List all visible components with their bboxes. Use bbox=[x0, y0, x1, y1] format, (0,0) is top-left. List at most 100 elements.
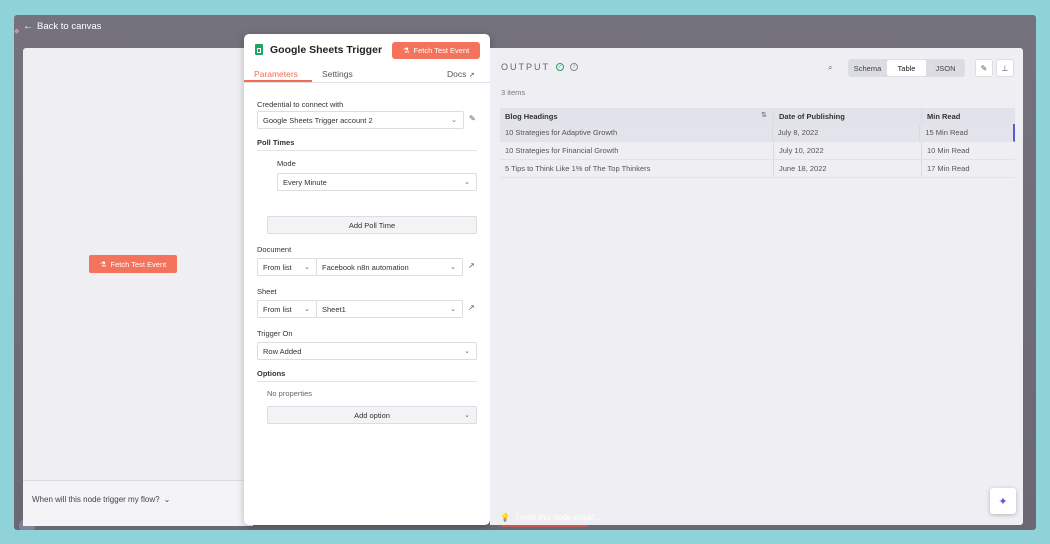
output-panel: OUTPUT ✓ i 3 items ⌕ Schema Table JSON ✎… bbox=[490, 48, 1023, 525]
flask-icon: ⚗ bbox=[99, 259, 107, 269]
chevron-down-icon: ⌄ bbox=[464, 412, 470, 419]
node-title[interactable]: Google Sheets Trigger bbox=[270, 44, 382, 56]
sparkle-icon: ✦ bbox=[998, 495, 1008, 508]
view-json[interactable]: JSON bbox=[926, 59, 965, 77]
document-source-value: From list bbox=[263, 262, 292, 272]
divider bbox=[257, 381, 477, 382]
column-header-date[interactable]: Date of Publishing bbox=[774, 108, 922, 124]
back-to-canvas-label: Back to canvas bbox=[37, 21, 102, 32]
chevron-down-icon: ⌄ bbox=[304, 306, 310, 313]
node-feedback-link[interactable]: 💡 I wish this node would... bbox=[500, 513, 601, 522]
trigger-help-label: When will this node trigger my flow? bbox=[32, 495, 160, 504]
sheet-source-value: From list bbox=[263, 304, 292, 314]
canvas-panel: ⚗ Fetch Test Event When will this node t… bbox=[23, 48, 253, 526]
ai-assistant-button[interactable]: ✦ bbox=[990, 488, 1016, 514]
pin-data-button[interactable]: ⊥ bbox=[996, 59, 1014, 77]
table-cell: July 10, 2022 bbox=[774, 142, 922, 159]
add-poll-time-button[interactable]: Add Poll Time bbox=[267, 216, 477, 234]
table-cell: 5 Tips to Think Like 1% of The Top Think… bbox=[500, 160, 774, 177]
table-cell: 17 Min Read bbox=[927, 164, 970, 173]
external-link-icon[interactable]: ↗ bbox=[468, 261, 475, 270]
table-cell: 10 Min Read bbox=[927, 146, 970, 155]
pencil-icon[interactable]: ✎ bbox=[469, 114, 476, 123]
docs-link[interactable]: Docs ↗ bbox=[447, 69, 475, 79]
sheet-value: Sheet1 bbox=[322, 304, 346, 314]
feedback-accent-bar bbox=[502, 525, 588, 527]
chevron-down-icon: ⌄ bbox=[304, 264, 310, 271]
items-count: 3 items bbox=[501, 88, 526, 97]
credential-label: Credential to connect with bbox=[257, 100, 344, 109]
output-header: OUTPUT ✓ i bbox=[501, 62, 578, 72]
node-parameters-panel: Google Sheets Trigger ⚗ Fetch Test Event… bbox=[244, 34, 490, 525]
trigger-help-toggle[interactable]: When will this node trigger my flow? ⌄ bbox=[32, 495, 170, 504]
active-tab-indicator bbox=[244, 80, 312, 82]
divider bbox=[257, 150, 477, 151]
sheet-source-select[interactable]: From list ⌄ bbox=[257, 300, 317, 318]
modal-overlay: ◆ ← Back to canvas ⚗ Fetch Test Event Wh… bbox=[14, 15, 1036, 530]
info-icon[interactable]: i bbox=[570, 63, 578, 71]
document-select[interactable]: Facebook n8n automation ⌄ bbox=[316, 258, 463, 276]
table-header: Blog Headings ⇅ Date of Publishing Min R… bbox=[500, 108, 1015, 124]
docs-label: Docs bbox=[447, 69, 467, 79]
feedback-label: I wish this node would... bbox=[515, 513, 601, 522]
panel-header: Google Sheets Trigger ⚗ Fetch Test Event… bbox=[244, 34, 490, 83]
chevron-down-icon: ⌄ bbox=[450, 264, 456, 271]
table-cell: July 8, 2022 bbox=[773, 124, 921, 141]
chevron-down-icon: ⌄ bbox=[464, 348, 470, 355]
canvas-fetch-test-event-button[interactable]: ⚗ Fetch Test Event bbox=[89, 255, 177, 273]
mode-select[interactable]: Every Minute ⌄ bbox=[277, 173, 477, 191]
pencil-icon: ✎ bbox=[980, 63, 988, 73]
lightbulb-icon: 💡 bbox=[500, 513, 510, 522]
column-header-min-read[interactable]: Min Read bbox=[922, 108, 1015, 124]
chevron-down-icon: ⌄ bbox=[163, 495, 171, 504]
canvas-footer: When will this node trigger my flow? ⌄ bbox=[23, 480, 253, 526]
add-option-button[interactable]: Add option ⌄ bbox=[267, 406, 477, 424]
trigger-on-select[interactable]: Row Added ⌄ bbox=[257, 342, 477, 360]
tab-parameters[interactable]: Parameters bbox=[254, 69, 298, 79]
credential-select[interactable]: Google Sheets Trigger account 2 ⌄ bbox=[257, 111, 464, 129]
fetch-label: Fetch Test Event bbox=[413, 46, 470, 55]
mode-label: Mode bbox=[277, 159, 296, 168]
trigger-on-label: Trigger On bbox=[257, 329, 293, 338]
trigger-on-value: Row Added bbox=[263, 346, 302, 356]
mode-value: Every Minute bbox=[283, 177, 327, 187]
search-icon[interactable]: ⌕ bbox=[828, 63, 832, 73]
sheet-select[interactable]: Sheet1 ⌄ bbox=[316, 300, 463, 318]
chevron-down-icon: ⌄ bbox=[464, 179, 470, 186]
view-table[interactable]: Table bbox=[887, 60, 926, 76]
table-row[interactable]: 5 Tips to Think Like 1% of The Top Think… bbox=[500, 160, 1015, 178]
column-header-blog-headings[interactable]: Blog Headings ⇅ bbox=[500, 108, 774, 124]
table-cell: 10 Strategies for Financial Growth bbox=[500, 142, 774, 159]
credential-value: Google Sheets Trigger account 2 bbox=[263, 115, 373, 125]
output-title: OUTPUT bbox=[501, 62, 550, 72]
output-table: Blog Headings ⇅ Date of Publishing Min R… bbox=[500, 108, 1015, 178]
sort-icon[interactable]: ⇅ bbox=[761, 111, 767, 119]
column-header-label: Blog Headings bbox=[505, 111, 558, 121]
add-option-label: Add option bbox=[354, 410, 390, 420]
chevron-down-icon: ⌄ bbox=[450, 306, 456, 313]
document-value: Facebook n8n automation bbox=[322, 262, 409, 272]
table-row[interactable]: 10 Strategies for Financial Growth July … bbox=[500, 142, 1015, 160]
pin-icon: ⊥ bbox=[1001, 63, 1009, 73]
edit-output-button[interactable]: ✎ bbox=[975, 59, 993, 77]
fetch-test-event-button[interactable]: ⚗ Fetch Test Event bbox=[392, 42, 480, 59]
view-schema[interactable]: Schema bbox=[848, 59, 887, 77]
fetch-label: Fetch Test Event bbox=[110, 259, 167, 269]
document-source-select[interactable]: From list ⌄ bbox=[257, 258, 317, 276]
external-link-icon[interactable]: ↗ bbox=[468, 303, 475, 312]
document-label: Document bbox=[257, 245, 292, 254]
back-to-canvas-link[interactable]: ← Back to canvas bbox=[23, 21, 101, 32]
table-cell: 10 Strategies for Adaptive Growth bbox=[500, 124, 773, 141]
tab-settings[interactable]: Settings bbox=[322, 69, 353, 79]
options-label: Options bbox=[257, 369, 286, 378]
chevron-down-icon: ⌄ bbox=[451, 117, 457, 124]
table-row[interactable]: 10 Strategies for Adaptive Growth July 8… bbox=[500, 124, 1015, 142]
flask-icon: ⚗ bbox=[402, 46, 410, 55]
check-circle-icon: ✓ bbox=[556, 63, 564, 71]
no-properties-text: No properties bbox=[267, 389, 313, 398]
external-link-icon: ↗ bbox=[468, 72, 475, 79]
arrow-left-icon: ← bbox=[23, 21, 33, 32]
n8n-logo-icon: ◆ bbox=[14, 28, 20, 35]
view-switcher: Schema Table JSON bbox=[848, 59, 965, 77]
table-cell: 15 Min Read bbox=[925, 128, 968, 137]
